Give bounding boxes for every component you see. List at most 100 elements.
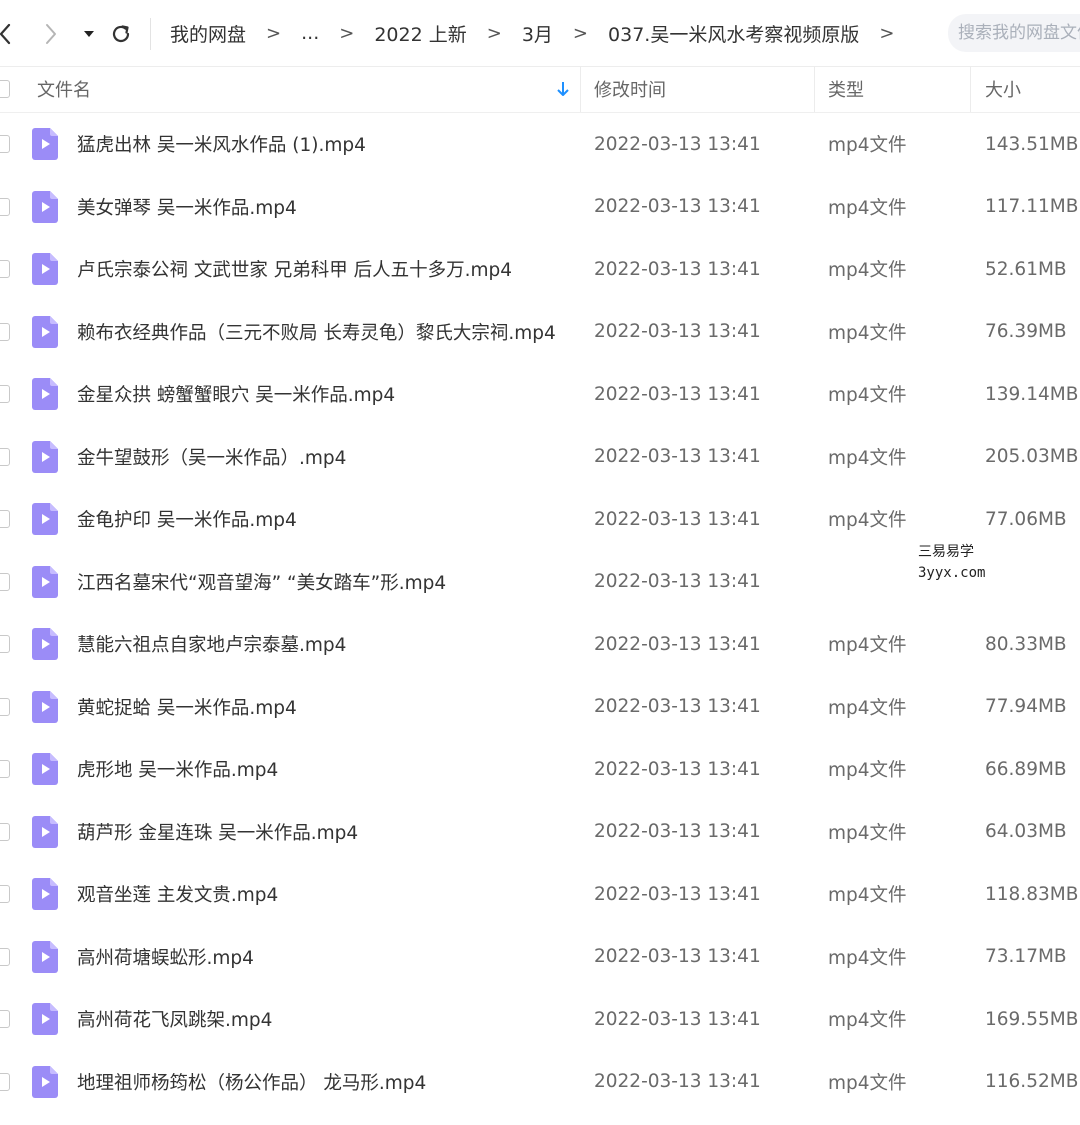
row-checkbox[interactable] (0, 1010, 10, 1028)
file-name[interactable]: 虎形地 吴一米作品.mp4 (77, 738, 278, 800)
file-type: mp4文件 (828, 947, 907, 969)
breadcrumb-separator: > (266, 22, 282, 44)
row-checkbox[interactable] (0, 135, 10, 153)
row-checkbox[interactable] (0, 385, 10, 403)
column-size-header[interactable]: 大小 (985, 66, 1021, 112)
file-size: 169.55MB (985, 1008, 1079, 1030)
file-modified-time: 2022-03-13 13:41 (594, 758, 761, 780)
row-checkbox[interactable] (0, 572, 10, 591)
refresh-icon[interactable] (108, 20, 134, 48)
row-checkbox[interactable] (0, 697, 10, 716)
column-divider[interactable] (580, 66, 581, 112)
file-row[interactable]: 黄蛇捉蛤 吴一米作品.mp4 2022-03-13 13:41 mp4文件 77.94… (0, 676, 1080, 738)
file-row[interactable]: 高州荷塘蜈蚣形.mp4 2022-03-13 13:41 mp4文件 73.17MB (0, 926, 1080, 988)
file-name[interactable]: 金龟护印 吴一米作品.mp4 (77, 488, 297, 550)
file-type: mp4文件 (828, 635, 907, 656)
video-file-icon (32, 628, 58, 660)
file-name[interactable]: 卢氏宗泰公祠 文武世家 兄弟科甲 后人五十多万.mp4 (77, 238, 512, 300)
file-size: 52.61MB (985, 258, 1067, 280)
file-name[interactable]: 慧能六祖点自家地卢宗泰墓.mp4 (77, 613, 346, 675)
caret-down-icon[interactable] (80, 20, 98, 48)
row-checkbox[interactable] (0, 885, 10, 903)
file-row[interactable]: 卢氏宗泰公祠 文武世家 兄弟科甲 后人五十多万.mp4 2022-03-13 13… (0, 238, 1080, 300)
file-modified-time: 2022-03-13 13:41 (594, 696, 761, 717)
file-name[interactable]: 美女弹琴 吴一米作品.mp4 (77, 176, 297, 238)
file-row[interactable]: 金牛望鼓形（吴一米作品）.mp4 2022-03-13 13:41 mp4文件 205… (0, 426, 1080, 488)
file-name[interactable]: 葫芦形 金星连珠 吴一米作品.mp4 (77, 801, 358, 863)
row-checkbox[interactable] (0, 947, 10, 966)
file-modified-time: 2022-03-13 13:41 (594, 383, 761, 405)
select-all-checkbox[interactable] (0, 80, 10, 98)
file-type: mp4文件 (828, 322, 907, 344)
file-row[interactable]: 赖布衣经典作品（三元不败局 长寿灵龟）黎氏大宗祠.mp4 2022-03-13 1… (0, 301, 1080, 363)
column-name-header[interactable]: 文件名 (37, 66, 91, 112)
row-checkbox[interactable] (0, 197, 10, 216)
row-checkbox[interactable] (0, 760, 10, 778)
search-input[interactable] (956, 22, 1080, 44)
column-divider[interactable] (814, 66, 815, 112)
file-row[interactable]: 葫芦形 金星连珠 吴一米作品.mp4 2022-03-13 13:41 mp4文件 6… (0, 801, 1080, 863)
video-file-icon (32, 690, 58, 723)
file-row[interactable]: 地理祖师杨筠松（杨公作品） 龙马形.mp4 2022-03-13 13:41 mp4… (0, 1051, 1080, 1113)
column-modified-header[interactable]: 修改时间 (594, 66, 666, 112)
file-modified-time: 2022-03-13 13:41 (594, 946, 761, 967)
file-type: mp4文件 (828, 697, 907, 719)
file-name[interactable]: 黄蛇捉蛤 吴一米作品.mp4 (77, 676, 297, 738)
file-name[interactable]: 地理祖师杨筠松（杨公作品） 龙马形.mp4 (77, 1051, 426, 1113)
sort-down-arrow-icon[interactable] (556, 66, 570, 112)
row-checkbox[interactable] (0, 822, 10, 841)
file-type: mp4文件 (828, 1072, 907, 1094)
file-name[interactable]: 高州荷花飞凤跳架.mp4 (77, 988, 272, 1050)
row-checkbox[interactable] (0, 260, 10, 278)
file-modified-time: 2022-03-13 13:41 (594, 196, 761, 217)
file-size: 73.17MB (985, 946, 1067, 967)
file-size: 66.89MB (985, 758, 1067, 780)
row-checkbox[interactable] (0, 635, 10, 653)
file-row[interactable]: 慧能六祖点自家地卢宗泰墓.mp4 2022-03-13 13:41 mp4文件 80.… (0, 613, 1080, 675)
file-size: 116.52MB (985, 1071, 1079, 1092)
breadcrumb-separator: > (486, 22, 502, 44)
file-name[interactable]: 猛虎出林 吴一米风水作品 (1).mp4 (77, 113, 366, 175)
file-size: 76.39MB (985, 321, 1067, 342)
video-file-icon (32, 503, 58, 535)
file-modified-time: 2022-03-13 13:41 (594, 1071, 761, 1092)
file-name[interactable]: 金星众拱 螃蟹蟹眼穴 吴一米作品.mp4 (77, 363, 395, 425)
column-type-header[interactable]: 类型 (828, 66, 864, 112)
video-file-icon (32, 753, 58, 785)
file-name[interactable]: 高州荷塘蜈蚣形.mp4 (77, 926, 254, 988)
row-checkbox[interactable] (0, 322, 10, 341)
breadcrumb-separator: > (339, 22, 355, 44)
file-type: mp4文件 (828, 760, 907, 781)
watermark: 三易易学 3yyx.com (912, 538, 998, 588)
file-name[interactable]: 江西名墓宋代“观音望海” “美女踏车”形.mp4 (77, 551, 446, 613)
file-row[interactable]: 虎形地 吴一米作品.mp4 2022-03-13 13:41 mp4文件 66.89M… (0, 738, 1080, 800)
breadcrumb-item-my-drive[interactable]: 我的网盘 (170, 20, 246, 47)
breadcrumb-item-march[interactable]: 3月 (522, 20, 553, 47)
file-row[interactable]: 金星众拱 螃蟹蟹眼穴 吴一米作品.mp4 2022-03-13 13:41 mp4文… (0, 363, 1080, 425)
row-checkbox[interactable] (0, 447, 10, 466)
file-name[interactable]: 金牛望鼓形（吴一米作品）.mp4 (77, 426, 346, 488)
row-checkbox[interactable] (0, 510, 10, 528)
chevron-left-icon[interactable] (0, 20, 16, 48)
row-checkbox[interactable] (0, 1072, 10, 1091)
video-file-icon (32, 315, 58, 348)
breadcrumb-item-current-folder[interactable]: 037.吴一米风水考察视频原版 (608, 20, 859, 47)
file-row[interactable]: 猛虎出林 吴一米风水作品 (1).mp4 2022-03-13 13:41 mp4文… (0, 113, 1080, 175)
column-divider[interactable] (970, 66, 971, 112)
file-size: 205.03MB (985, 446, 1079, 467)
file-row[interactable]: 美女弹琴 吴一米作品.mp4 2022-03-13 13:41 mp4文件 117.1… (0, 176, 1080, 238)
watermark-line: 3yyx.com (918, 565, 986, 581)
file-name[interactable]: 观音坐莲 主发文贵.mp4 (77, 863, 278, 925)
file-name[interactable]: 赖布衣经典作品（三元不败局 长寿灵龟）黎氏大宗祠.mp4 (77, 301, 556, 363)
file-modified-time: 2022-03-13 13:41 (594, 821, 761, 842)
file-type: mp4文件 (828, 260, 907, 281)
file-row[interactable]: 观音坐莲 主发文贵.mp4 2022-03-13 13:41 mp4文件 118.83… (0, 863, 1080, 925)
video-file-icon (32, 815, 58, 848)
file-modified-time: 2022-03-13 13:41 (594, 508, 761, 530)
breadcrumb-item-ellipsis[interactable]: ... (301, 22, 319, 44)
file-modified-time: 2022-03-13 13:41 (594, 571, 761, 592)
file-row[interactable]: 高州荷花飞凤跳架.mp4 2022-03-13 13:41 mp4文件 169.55M… (0, 988, 1080, 1050)
file-type: mp4文件 (828, 385, 907, 406)
chevron-right-icon[interactable] (40, 20, 62, 48)
breadcrumb-item-2022[interactable]: 2022 上新 (374, 20, 466, 47)
